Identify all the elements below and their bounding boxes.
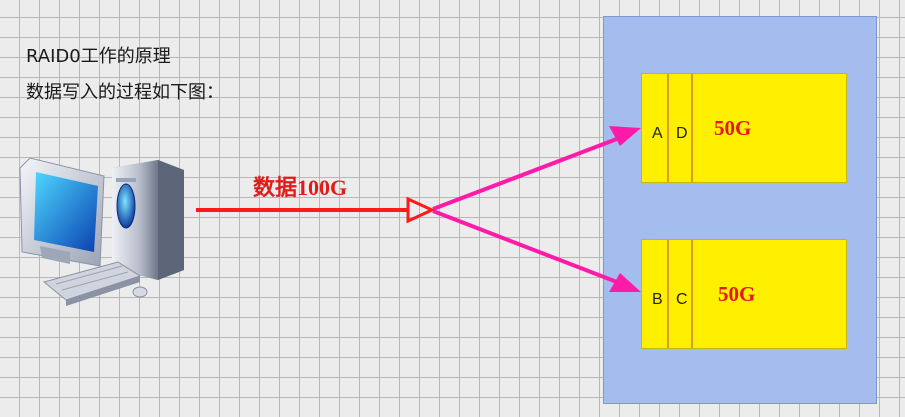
split-arrowhead bbox=[406, 196, 436, 224]
arrow-head bbox=[609, 126, 641, 146]
data-flow-arrows bbox=[196, 126, 641, 292]
arrow-to-disk-1 bbox=[432, 135, 623, 211]
arrow-to-disk-2 bbox=[432, 209, 623, 286]
